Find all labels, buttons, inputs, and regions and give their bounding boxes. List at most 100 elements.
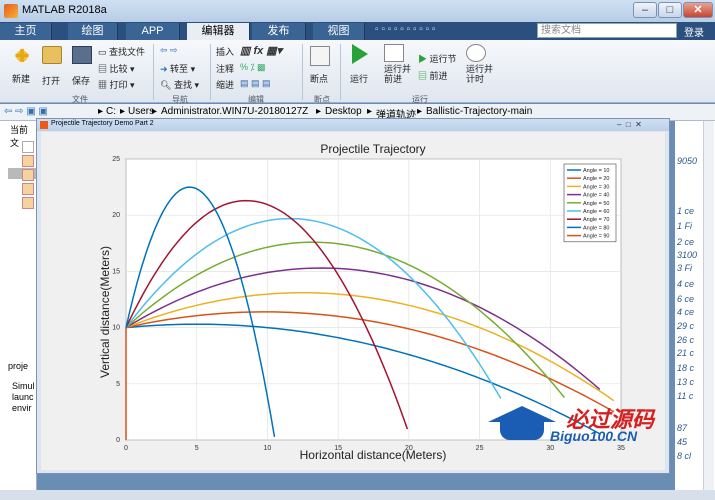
save-button[interactable]: 保存 <box>72 46 92 87</box>
y-tick-label: 10 <box>112 325 120 332</box>
breadcrumb-item[interactable]: Ballistic-Trajectory-main <box>426 106 532 117</box>
mfile-icon[interactable] <box>22 169 34 181</box>
x-tick-label: 0 <box>124 445 128 452</box>
title-bar: MATLAB R2018a – □ ✕ <box>0 0 715 23</box>
right-line: 21 c <box>677 348 695 358</box>
find-button[interactable]: 🔍︎ 查找 ▾ <box>160 78 199 91</box>
play-icon <box>352 44 368 64</box>
goto-button[interactable]: ➜ 转至 ▾ <box>160 62 195 75</box>
run-time-label: 运行并 计时 <box>466 64 494 84</box>
mfile-icon[interactable] <box>22 183 34 195</box>
find-files-label: 查找文件 <box>109 47 146 57</box>
run-time-button[interactable]: 运行并 计时 <box>466 44 493 84</box>
right-line: 1 Fi <box>677 221 693 231</box>
comment-icons[interactable]: % ⁒ ▩ <box>240 62 266 73</box>
run-button[interactable]: 运行 <box>350 44 368 85</box>
y-axis-label: Vertical distance(Meters) <box>98 246 112 378</box>
y-tick-label: 5 <box>116 381 120 388</box>
advance-button[interactable]: ▤ 前进 <box>418 69 448 82</box>
axes-box <box>125 158 622 441</box>
back-forward-icons[interactable]: ⇦ ⇨ <box>160 45 178 56</box>
tab-editor[interactable]: 编辑器 <box>187 23 250 40</box>
watermark-sub: Biguo100.CN <box>550 428 638 444</box>
graduation-cap-base <box>500 422 544 440</box>
right-line: 4 ce <box>677 307 695 317</box>
details-line: Simul <box>12 381 35 391</box>
nav-arrows-icon[interactable]: ⇦ ⇨ ▣ ▣ <box>4 106 48 117</box>
floppy-disk-icon <box>72 46 92 64</box>
magnifier-icon: 🔍︎ <box>160 80 174 90</box>
run-section-label: 运行节 <box>429 54 457 64</box>
breadcrumb-sep-icon: ▸ <box>152 106 158 117</box>
scrollbar[interactable] <box>703 121 714 500</box>
figure-title: Projectile Trajectory Demo Part 2 <box>51 120 154 127</box>
comment-label: 注释 <box>216 64 235 74</box>
breadcrumb-sep-icon: ▸ <box>367 106 373 117</box>
breadcrumb-item[interactable]: Desktop <box>325 106 362 117</box>
watermark: 必过源码 Biguo100.CN <box>488 400 678 452</box>
search-input[interactable]: 搜索文档 <box>537 23 677 38</box>
breadcrumb-item[interactable]: Administrator.WIN7U-20180127Z <box>161 106 308 117</box>
find-files-button[interactable]: ▭ 查找文件 <box>98 45 145 58</box>
tab-plots[interactable]: 绘图 <box>68 23 118 40</box>
breakpoints-button[interactable]: 断点 <box>310 46 330 85</box>
legend-entry: Angle = 50 <box>583 201 609 207</box>
insert-button[interactable]: 插入 <box>216 45 234 58</box>
tab-view[interactable]: 视图 <box>313 23 365 40</box>
right-line: 9050 <box>677 156 698 166</box>
tab-home[interactable]: 主页 <box>0 23 52 40</box>
y-tick-label: 0 <box>116 437 120 444</box>
login-link[interactable]: 登录 <box>684 24 704 39</box>
new-button[interactable]: ✚ 新建 <box>12 46 32 85</box>
close-button[interactable]: ✕ <box>683 2 713 18</box>
comment-button[interactable]: 注释 <box>216 62 234 75</box>
run-label: 运行 <box>350 74 369 84</box>
fx-icon[interactable]: ▥ fx ▦▾ <box>240 44 282 57</box>
y-tick-label: 25 <box>112 156 120 163</box>
compare-icon: ▤ <box>98 64 110 74</box>
figure-window-controls[interactable]: – □ ✕ <box>617 120 642 129</box>
quick-access-toolbar[interactable]: ▫ ▫ ▫ ▫ ▫ ▫ ▫ ▫ ▫ ▫ <box>375 24 525 38</box>
right-line: 45 <box>677 437 688 447</box>
run-advance-button[interactable]: 运行并 前进 <box>384 44 411 84</box>
breadcrumb-sep-icon: ▸ <box>120 106 126 117</box>
status-bar <box>0 490 715 500</box>
right-line: 4 ce <box>677 279 695 289</box>
breadcrumb-sep-icon: ▸ <box>316 106 322 117</box>
mfile-icon[interactable] <box>22 197 34 209</box>
goto-label: 转至 <box>170 64 189 74</box>
ribbon: ✚ 新建 打开 保存 ▭ 查找文件 ▤ 比较 ▾ ▦ 打印 ▾ 文件 ⇦ ⇨ ➜… <box>0 40 715 104</box>
open-button[interactable]: 打开 <box>42 46 62 87</box>
y-tick-label: 20 <box>112 212 120 219</box>
right-line: 2 ce <box>677 237 695 247</box>
right-line: 29 c <box>677 321 695 331</box>
separator <box>153 44 154 100</box>
minimize-button[interactable]: – <box>633 2 657 18</box>
compare-button[interactable]: ▤ 比较 ▾ <box>98 62 135 75</box>
indent-icons[interactable]: ▤ ▤ ▤ <box>240 78 271 89</box>
compare-label: 比较 <box>109 64 128 74</box>
tab-apps[interactable]: APP <box>126 23 180 40</box>
file-icon[interactable] <box>22 141 34 153</box>
tab-publish[interactable]: 发布 <box>252 23 306 40</box>
x-axis-label: Horizontal distance(Meters) <box>300 448 447 462</box>
x-tick-label: 25 <box>476 445 484 452</box>
legend-entry: Angle = 30 <box>583 184 609 190</box>
separator <box>210 44 211 100</box>
indent-button[interactable]: 缩进 <box>216 78 234 91</box>
legend-entry: Angle = 40 <box>583 193 609 199</box>
legend-entry: Angle = 90 <box>583 234 609 240</box>
print-label: 打印 <box>109 80 128 90</box>
run-advance-icon <box>384 44 404 62</box>
maximize-button[interactable]: □ <box>658 2 682 18</box>
mfile-icon[interactable] <box>22 155 34 167</box>
printer-icon: ▦ <box>98 80 110 90</box>
print-button[interactable]: ▦ 打印 ▾ <box>98 78 135 91</box>
separator <box>302 44 303 100</box>
breadcrumb-item[interactable]: C: <box>106 106 116 117</box>
plus-icon: ✚ <box>12 46 32 66</box>
run-section-button[interactable]: ▶ 运行节 <box>418 52 457 65</box>
breadcrumb-item[interactable]: Users <box>128 106 154 117</box>
breadcrumb-sep-icon: ▸ <box>417 106 423 117</box>
legend-entry: Angle = 60 <box>583 209 609 215</box>
